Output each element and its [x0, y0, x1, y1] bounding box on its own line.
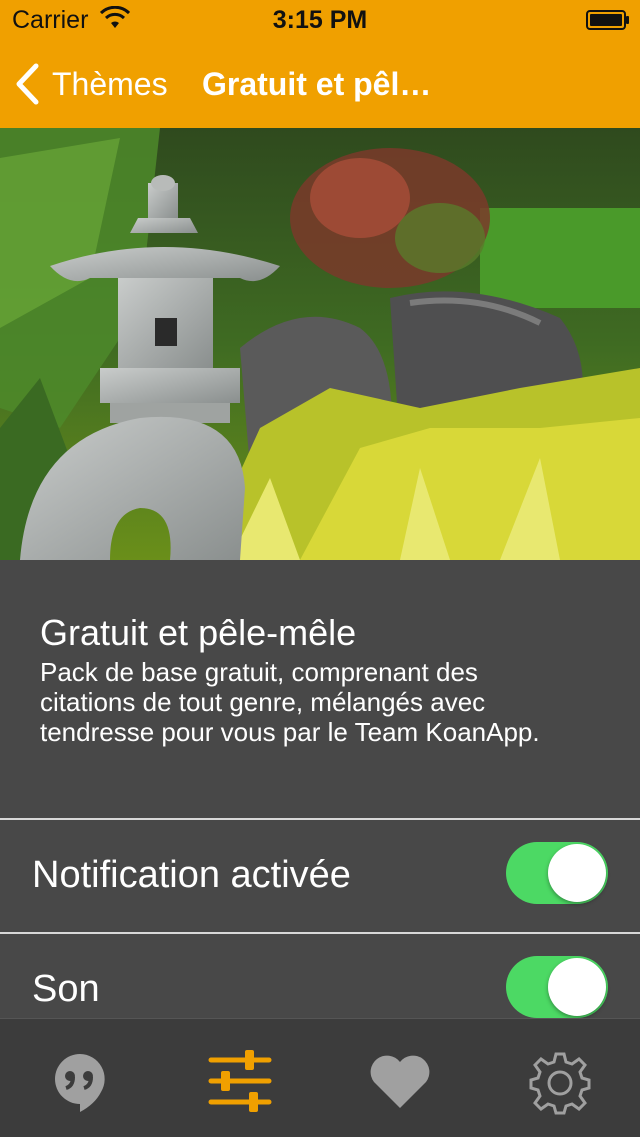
- sliders-icon: [208, 1050, 272, 1112]
- notification-toggle[interactable]: [506, 842, 608, 904]
- sound-toggle[interactable]: [506, 956, 608, 1018]
- tab-themes[interactable]: [200, 1041, 280, 1121]
- setting-row-notification: Notification activée: [0, 820, 640, 932]
- theme-title: Gratuit et pêle-mêle: [40, 612, 357, 653]
- navigation-bar: Thèmes Gratuit et pêl…: [0, 40, 640, 128]
- sound-label: Son: [32, 968, 100, 1010]
- garden-lantern-photo: [0, 128, 640, 560]
- gear-icon: [529, 1052, 591, 1115]
- page-title: Gratuit et pêl…: [202, 66, 432, 102]
- status-time: 3:15 PM: [272, 6, 368, 34]
- tab-bar: [0, 1018, 640, 1137]
- chevron-left-icon: [16, 63, 39, 105]
- toggle-knob: [548, 958, 606, 1016]
- quote-bubble-icon: [55, 1054, 105, 1112]
- notification-label: Notification activée: [32, 854, 351, 896]
- back-button[interactable]: Thèmes: [14, 62, 168, 106]
- tab-settings[interactable]: [520, 1041, 600, 1121]
- theme-description: Pack de base gratuit, comprenant des cit…: [40, 657, 540, 747]
- toggle-knob: [548, 844, 606, 902]
- battery-icon: [586, 10, 629, 30]
- status-bar: Carrier 3:15 PM: [0, 0, 640, 40]
- theme-hero-image: [0, 128, 640, 560]
- tab-favorites[interactable]: [360, 1041, 440, 1121]
- theme-info-panel: Gratuit et pêle-mêle Pack de base gratui…: [0, 560, 640, 818]
- tab-quotes[interactable]: [40, 1041, 120, 1121]
- heart-icon: [370, 1055, 430, 1108]
- back-button-label: Thèmes: [52, 65, 168, 102]
